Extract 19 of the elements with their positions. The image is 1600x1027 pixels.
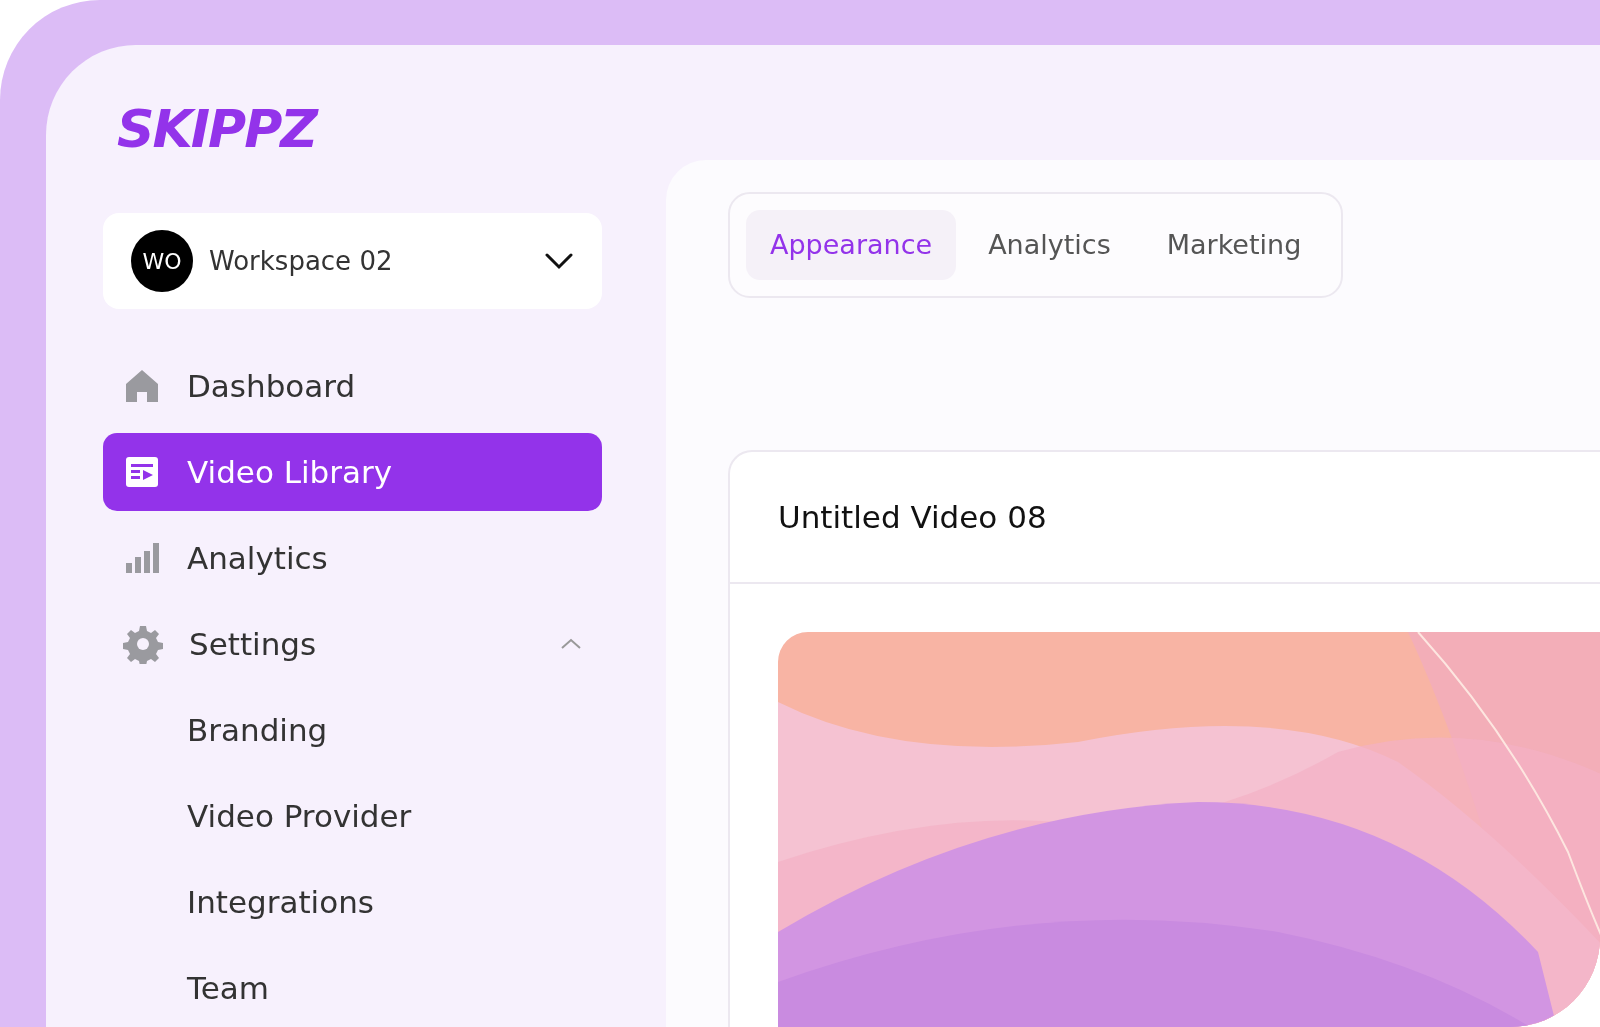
nav-subitem[interactable]: Team xyxy=(103,949,602,1027)
workspace-selector[interactable]: WO Workspace 02 xyxy=(103,213,602,309)
nav-subitem[interactable]: Video Provider xyxy=(103,777,602,855)
home-icon xyxy=(123,367,161,405)
nav-subitem[interactable]: Branding xyxy=(103,691,602,769)
workspace-name: Workspace 02 xyxy=(209,244,394,278)
chevron-down-icon xyxy=(544,252,574,270)
nav-item[interactable]: Dashboard xyxy=(103,347,602,425)
workspace-avatar: WO xyxy=(131,230,193,292)
nav-item[interactable]: Settings xyxy=(103,605,602,683)
logo: SKIPPZ xyxy=(117,103,319,155)
tab[interactable]: Marketing xyxy=(1142,210,1326,280)
tab[interactable]: Appearance xyxy=(746,210,957,280)
nav-subitem[interactable]: Integrations xyxy=(103,863,602,941)
settings-icon xyxy=(123,624,163,664)
nav-item[interactable]: Video Library xyxy=(103,433,602,511)
nav-item[interactable]: Analytics xyxy=(103,519,602,597)
tab[interactable]: Analytics xyxy=(964,210,1135,280)
video-title: Untitled Video 08 xyxy=(730,452,1600,584)
